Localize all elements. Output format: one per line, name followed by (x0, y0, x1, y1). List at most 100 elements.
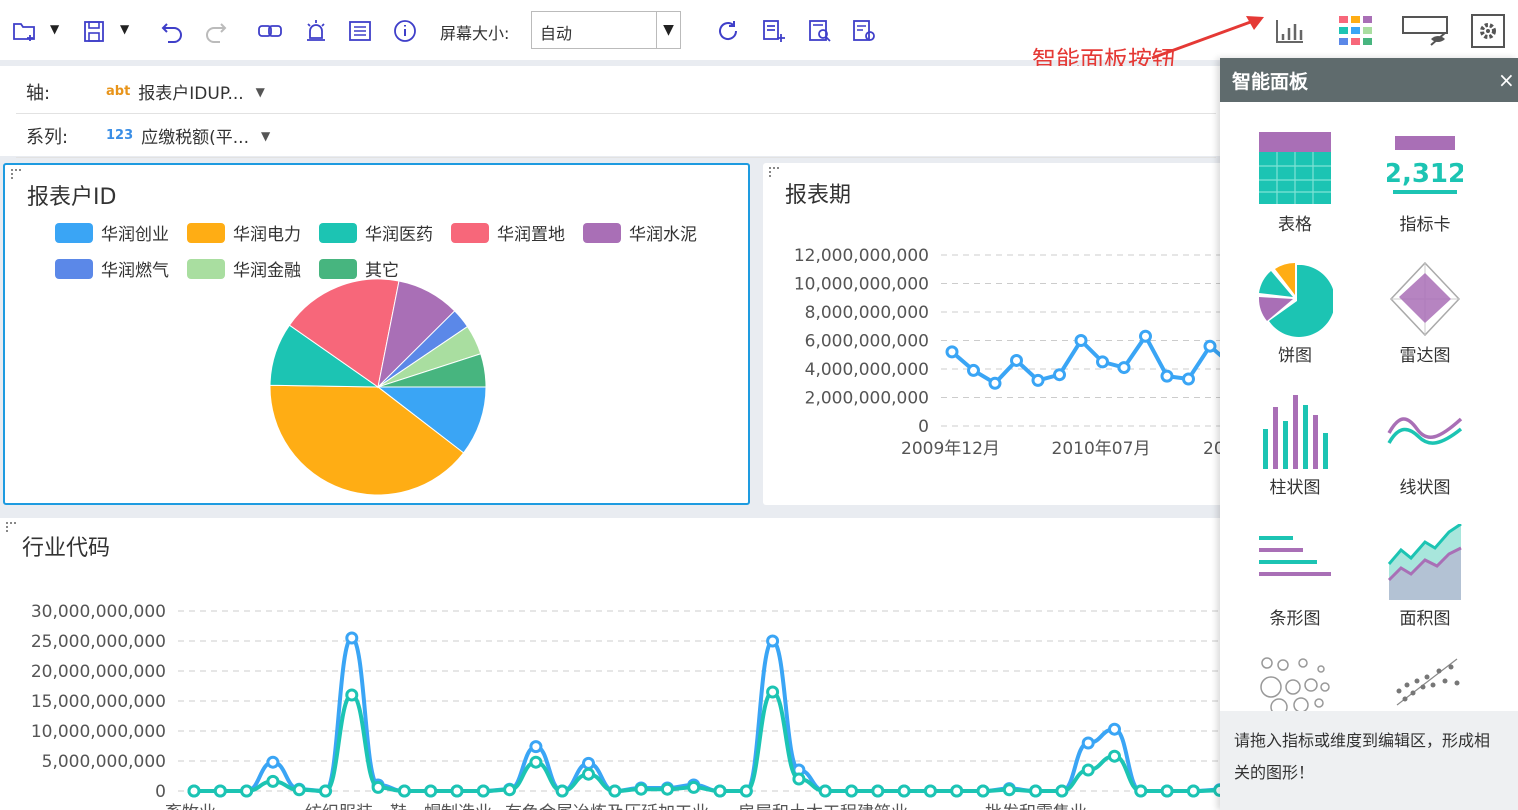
line-chart-panel[interactable]: 报表期 12,000,000,000 10,000,000,000 8,000,00… (763, 163, 1223, 505)
data-point[interactable] (371, 780, 385, 794)
data-point[interactable] (345, 631, 359, 645)
data-point[interactable] (1160, 369, 1174, 383)
data-point[interactable] (266, 755, 280, 769)
data-point[interactable] (1002, 783, 1016, 797)
data-point[interactable] (450, 784, 464, 798)
data-point[interactable] (1108, 722, 1121, 736)
data-point[interactable] (1081, 736, 1095, 750)
axis-field-name: 报表户IDUP... (138, 84, 244, 104)
chart-type-area[interactable]: 面积图 (1370, 524, 1480, 629)
data-point[interactable] (1182, 372, 1195, 386)
data-point[interactable] (345, 688, 359, 702)
new-dropdown-caret-icon[interactable]: ▼ (50, 22, 64, 38)
data-point[interactable] (792, 772, 806, 786)
series-line (950, 332, 1223, 386)
save-icon[interactable] (80, 16, 108, 46)
data-point[interactable] (1134, 784, 1148, 798)
data-point[interactable] (319, 784, 332, 798)
data-point[interactable] (687, 780, 701, 794)
data-point[interactable] (582, 767, 595, 781)
add-report-icon[interactable] (760, 16, 788, 46)
data-point[interactable] (634, 782, 648, 796)
chart-type-column[interactable]: 柱状图 (1240, 393, 1350, 498)
data-point[interactable] (1081, 763, 1095, 777)
data-point[interactable] (476, 784, 490, 798)
axis-field[interactable]: abt 报表户IDUP... ▼ (106, 79, 265, 104)
hide-toggle-button[interactable] (1400, 12, 1450, 50)
chart-type-kpi-card[interactable]: 2,312 指标卡 (1370, 130, 1480, 235)
chevron-down-icon[interactable]: ▼ (256, 85, 265, 99)
data-point[interactable] (871, 784, 885, 798)
series-field[interactable]: 123 应缴税额(平... ▼ (106, 123, 270, 148)
chart-type-radar[interactable]: 雷达图 (1370, 261, 1480, 366)
chevron-down-icon[interactable]: ▼ (261, 129, 270, 143)
close-icon[interactable]: × (1498, 68, 1518, 92)
smart-panel-button[interactable] (1270, 12, 1310, 50)
x-tick-label: 纺织服装、鞋、帽制造业 (305, 803, 492, 810)
pie-chart-panel[interactable]: 报表户ID 华润创业 华润电力 华润医药 华润置地 华润水泥 华润燃气 华润金融 其它 (3, 163, 750, 505)
color-palette-button[interactable] (1336, 12, 1376, 50)
data-point[interactable] (1010, 353, 1023, 367)
redo-icon[interactable] (202, 16, 230, 46)
data-point[interactable] (660, 782, 674, 796)
chart-type-line[interactable]: 线状图 (1370, 393, 1480, 498)
data-point[interactable] (923, 784, 937, 798)
data-point[interactable] (1203, 339, 1217, 353)
info-icon[interactable] (391, 16, 419, 46)
industry-chart-panel[interactable]: 行业代码 30,000,000,000 25,000,000,000 20,000,… (0, 518, 1220, 810)
report-list-icon[interactable] (346, 16, 374, 46)
data-point[interactable] (397, 784, 411, 798)
data-point[interactable] (1117, 361, 1131, 375)
data-point[interactable] (555, 784, 569, 798)
data-point[interactable] (897, 784, 911, 798)
data-point[interactable] (1096, 355, 1109, 369)
data-point[interactable] (529, 740, 543, 754)
chart-type-pie[interactable]: 饼图 (1240, 261, 1350, 366)
data-point[interactable] (950, 784, 964, 798)
data-point[interactable] (266, 774, 280, 788)
chart-type-label: 表格 (1278, 215, 1312, 235)
new-folder-icon[interactable] (10, 16, 38, 46)
data-point[interactable] (945, 345, 959, 359)
data-point[interactable] (1055, 784, 1069, 798)
data-point[interactable] (608, 784, 622, 798)
screen-size-select[interactable]: 自动 ▼ (531, 11, 681, 49)
data-point[interactable] (766, 685, 780, 699)
data-point[interactable] (582, 756, 595, 770)
chart-type-bar[interactable]: 条形图 (1240, 524, 1350, 629)
data-point[interactable] (240, 784, 254, 798)
data-point[interactable] (1053, 368, 1066, 382)
chevron-down-icon[interactable]: ▼ (656, 12, 680, 48)
data-point[interactable] (1074, 334, 1088, 347)
data-point[interactable] (424, 784, 438, 798)
data-point[interactable] (1029, 784, 1043, 798)
preview-icon[interactable] (806, 16, 834, 46)
data-point[interactable] (739, 784, 753, 798)
data-point[interactable] (187, 784, 201, 798)
refresh-icon[interactable] (714, 16, 742, 46)
kpi-number: 2,312 (1387, 159, 1463, 189)
data-point[interactable] (845, 784, 858, 798)
report-settings-icon[interactable] (850, 16, 878, 46)
data-point[interactable] (213, 784, 227, 798)
save-dropdown-caret-icon[interactable]: ▼ (120, 22, 134, 38)
data-point[interactable] (1108, 749, 1121, 763)
settings-button[interactable] (1468, 12, 1508, 50)
data-point[interactable] (1139, 329, 1152, 343)
data-point[interactable] (1031, 373, 1045, 387)
data-point[interactable] (818, 784, 832, 798)
data-point[interactable] (967, 363, 980, 377)
data-point[interactable] (1186, 784, 1200, 798)
data-point[interactable] (976, 784, 990, 798)
chart-type-table[interactable]: 表格 (1240, 130, 1350, 235)
alert-icon[interactable] (302, 16, 330, 46)
data-point[interactable] (766, 634, 780, 648)
data-point[interactable] (1160, 784, 1174, 798)
data-point[interactable] (529, 755, 543, 769)
data-point[interactable] (988, 376, 1002, 390)
undo-icon[interactable] (158, 16, 186, 46)
data-point[interactable] (503, 783, 517, 797)
link-icon[interactable] (256, 16, 284, 46)
data-point[interactable] (713, 784, 727, 798)
data-point[interactable] (292, 783, 306, 797)
